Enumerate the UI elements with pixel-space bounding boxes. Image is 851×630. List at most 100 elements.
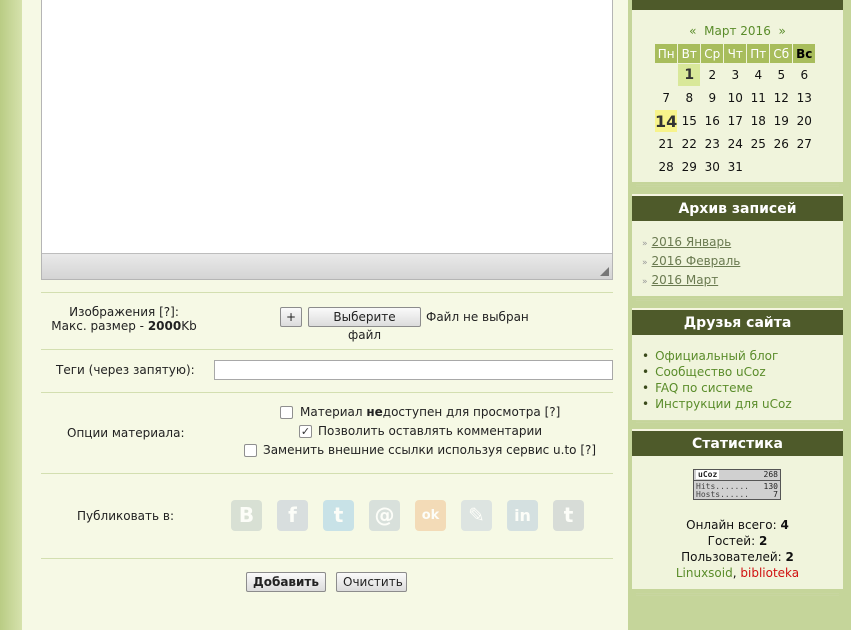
calendar-day: 3 [731, 68, 740, 82]
option1-bold: не [366, 405, 383, 419]
calendar-day: 25 [750, 137, 766, 151]
calendar-day: 28 [658, 160, 674, 174]
calendar-day: 26 [773, 137, 789, 151]
calendar-day[interactable]: 1 [678, 64, 701, 86]
calendar-month[interactable]: Март 2016 [704, 24, 771, 38]
online-users: Linuxsoid, biblioteka [632, 566, 843, 580]
divider [41, 558, 613, 559]
calendar-day: 31 [727, 160, 743, 174]
calendar-day: 21 [658, 137, 674, 151]
online-total: Онлайн всего: 4 [632, 518, 843, 532]
tags-input[interactable] [214, 360, 613, 380]
weekday-fri: Пт [747, 44, 770, 63]
linkedin-icon[interactable]: in [507, 500, 538, 531]
stats-title: Статистика [632, 429, 843, 456]
max-size-value: 2000 [147, 319, 182, 333]
calendar-day-today[interactable]: 14 [655, 110, 678, 132]
calendar-day: 9 [708, 91, 717, 105]
calendar-day: 5 [777, 68, 786, 82]
panel-separator [636, 298, 839, 301]
clear-button[interactable]: Очистить [336, 572, 407, 592]
calendar-next-link[interactable]: » [778, 24, 785, 38]
online-label: Онлайн всего: [686, 518, 781, 532]
mail-icon[interactable]: @ [369, 500, 400, 531]
calendar-prev-link[interactable]: « [689, 24, 696, 38]
user-link-biblioteka[interactable]: biblioteka [740, 566, 799, 580]
friend-link[interactable]: FAQ по системе [642, 381, 753, 395]
friend-link[interactable]: Сообщество uCoz [642, 365, 766, 379]
facebook-icon[interactable]: f [277, 500, 308, 531]
odnoklassniki-icon[interactable]: ok [415, 500, 446, 531]
max-size-unit: Kb [181, 319, 197, 333]
max-size-text: Макс. размер - 2000Kb [44, 319, 204, 333]
calendar-day: 11 [750, 91, 766, 105]
calendar-day: 7 [662, 91, 670, 105]
divider [41, 392, 613, 393]
allow-comments-checkbox[interactable]: ✓ [299, 425, 312, 438]
archive-link[interactable]: 2016 Февраль [642, 254, 741, 268]
calendar-day: 23 [704, 137, 720, 151]
calendar-day: 20 [796, 114, 812, 128]
calendar-day: 24 [727, 137, 743, 151]
users-value: 2 [785, 550, 794, 564]
twitter-icon[interactable]: t [323, 500, 354, 531]
calendar-day: 22 [681, 137, 697, 151]
panel-separator [636, 184, 839, 187]
calendar-day: 29 [681, 160, 697, 174]
publish-label: Публиковать в: [77, 509, 175, 523]
calendar-day [770, 156, 792, 178]
calendar-day: 27 [796, 137, 812, 151]
calendar-day: 19 [773, 114, 789, 128]
archive-link[interactable]: 2016 Март [642, 273, 719, 287]
add-file-field-button[interactable]: + [280, 307, 302, 327]
user-link-linuxsoid[interactable]: Linuxsoid [676, 566, 733, 580]
replace-links-checkbox[interactable] [244, 444, 257, 457]
friend-link[interactable]: Официальный блог [642, 349, 778, 363]
calendar-day: 30 [704, 160, 720, 174]
main-content: Изображения [?]: Макс. размер - 2000Kb +… [22, 0, 628, 630]
panel-separator [636, 420, 839, 423]
vk-icon[interactable]: B [231, 500, 262, 531]
no-file-text: Файл не выбран [426, 310, 529, 324]
calendar-day [655, 64, 677, 86]
option-comments-text: Позволить оставлять комментарии [318, 424, 543, 438]
guests-label: Гостей: [707, 534, 759, 548]
users-count: Пользователей: 2 [632, 550, 843, 564]
users-label: Пользователей: [681, 550, 786, 564]
weekday-thu: Чт [724, 44, 747, 63]
tumblr-icon[interactable]: t [553, 500, 584, 531]
message-editor[interactable] [41, 0, 613, 280]
counter-hosts-label: Hosts...... [696, 490, 749, 499]
calendar-day: 6 [800, 68, 809, 82]
calendar-day: 15 [681, 114, 697, 128]
calendar-day: 13 [796, 91, 812, 105]
calendar-grid: Пн Вт Ср Чт Пт Сб Вс 1 2 3 4 5 6 7 8 9 1… [654, 43, 816, 179]
left-background-strip [0, 0, 22, 630]
add-button[interactable]: Добавить [246, 572, 326, 592]
option1-pre: Материал [300, 405, 367, 419]
images-label: Изображения [?]: Макс. размер - 2000Kb [44, 305, 204, 333]
option-unavailable-text: Материал недоступен для просмотра [?] [300, 405, 560, 419]
archive-link[interactable]: 2016 Январь [642, 235, 732, 249]
calendar-day [747, 156, 769, 178]
choose-file-button[interactable]: Выберите файл [308, 307, 421, 342]
ucoz-counter[interactable]: uCoz 268 Hits....... 130 Hosts...... 7 [693, 469, 781, 500]
friend-link[interactable]: Инструкции для uCoz [642, 397, 792, 411]
tags-label: Теги (через запятую): [56, 363, 195, 377]
calendar-day: 16 [704, 114, 720, 128]
calendar-day: 10 [727, 91, 743, 105]
max-size-prefix: Макс. размер - [51, 319, 148, 333]
calendar-day: 18 [750, 114, 766, 128]
calendar-day: 17 [727, 114, 743, 128]
counter-divider [694, 480, 780, 481]
panel-separator [636, 593, 839, 596]
online-value: 4 [780, 518, 789, 532]
guests-value: 2 [758, 534, 768, 548]
resize-grip-icon[interactable] [600, 267, 609, 276]
option-replace-links-text: Заменить внешние ссылки используя сервис… [263, 443, 597, 457]
divider [41, 292, 613, 293]
livejournal-icon[interactable]: ✎ [461, 500, 492, 531]
guests-count: Гостей: 2 [632, 534, 843, 548]
calendar-day: 2 [708, 68, 717, 82]
unavailable-checkbox[interactable] [280, 406, 293, 419]
